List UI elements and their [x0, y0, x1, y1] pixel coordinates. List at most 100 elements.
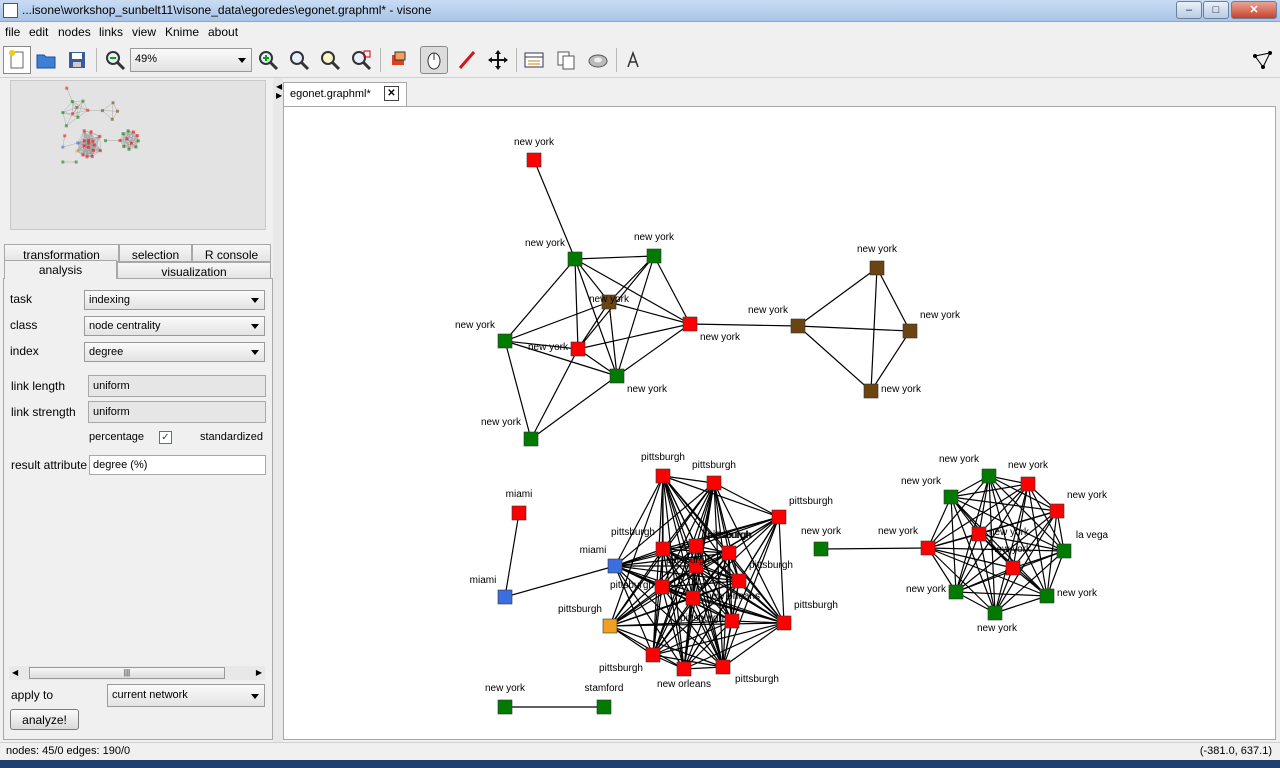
network-edge[interactable]	[876, 267, 911, 332]
network-node[interactable]	[676, 661, 692, 677]
network-edge[interactable]	[713, 482, 780, 518]
network-node[interactable]	[655, 541, 671, 557]
network-node[interactable]	[948, 584, 964, 600]
minimize-button[interactable]: –	[1176, 1, 1202, 19]
network-node[interactable]	[731, 573, 747, 589]
scroll-right-icon[interactable]: ▶	[256, 668, 262, 677]
network-node[interactable]	[567, 251, 583, 267]
network-node[interactable]	[813, 541, 829, 557]
network-edge[interactable]	[574, 255, 655, 260]
network-node[interactable]	[971, 526, 987, 542]
network-edge[interactable]	[797, 325, 872, 392]
network-canvas[interactable]: new york new york new york new york new york…	[283, 106, 1276, 740]
class-select[interactable]: node centrality	[84, 316, 265, 336]
network-edge[interactable]	[504, 565, 616, 598]
network-edge[interactable]	[689, 323, 799, 327]
network-node[interactable]	[655, 468, 671, 484]
mouse-select-mode-icon[interactable]	[420, 46, 448, 74]
network-node[interactable]	[863, 383, 879, 399]
scroll-left-icon[interactable]: ◀	[12, 668, 18, 677]
network-node[interactable]	[706, 475, 722, 491]
network-node[interactable]	[646, 248, 662, 264]
tab-visualization[interactable]: visualization	[117, 262, 271, 279]
text-label-icon[interactable]	[619, 46, 647, 74]
network-node[interactable]	[869, 260, 885, 276]
zoom-selection-icon[interactable]	[347, 46, 375, 74]
network-edge[interactable]	[574, 258, 579, 350]
close-icon[interactable]: ✕	[384, 86, 399, 101]
network-node[interactable]	[790, 318, 806, 334]
network-node[interactable]	[721, 545, 737, 561]
network-edge[interactable]	[722, 622, 785, 668]
network-edge[interactable]	[504, 301, 610, 342]
pencil-draw-icon[interactable]	[453, 46, 481, 74]
menu-about[interactable]: about	[208, 25, 238, 39]
network-edge[interactable]	[797, 325, 911, 332]
tab-selection[interactable]: selection	[119, 244, 192, 262]
network-node[interactable]	[776, 615, 792, 631]
maximize-button[interactable]: □	[1203, 1, 1229, 19]
network-edge[interactable]	[504, 512, 520, 598]
network-node[interactable]	[724, 613, 740, 629]
network-node[interactable]	[682, 316, 698, 332]
network-edge[interactable]	[994, 595, 1048, 614]
link-strength-field[interactable]: uniform	[88, 401, 266, 423]
result-attribute-input[interactable]: degree (%)	[89, 455, 266, 475]
analyze-button[interactable]: analyze!	[10, 709, 79, 730]
network-node[interactable]	[920, 540, 936, 556]
network-node[interactable]	[1056, 543, 1072, 559]
network-overview-panel[interactable]	[10, 80, 266, 230]
network-edge[interactable]	[530, 375, 618, 440]
menu-view[interactable]: view	[132, 25, 156, 39]
tab-analysis[interactable]: analysis	[4, 260, 117, 279]
network-graph-icon[interactable]	[1248, 46, 1276, 74]
network-edge[interactable]	[870, 330, 911, 392]
apply-to-select[interactable]: current network	[107, 684, 265, 707]
panel-horizontal-scrollbar[interactable]: ◀ ||| ▶	[9, 666, 265, 680]
link-length-field[interactable]: uniform	[88, 375, 266, 397]
zoom-in-icon[interactable]	[254, 46, 282, 74]
zoom-out-icon[interactable]	[101, 46, 129, 74]
zoom-fit-icon[interactable]	[316, 46, 344, 74]
menu-links[interactable]: links	[99, 25, 123, 39]
network-node[interactable]	[523, 431, 539, 447]
zoom-actual-size-icon[interactable]	[285, 46, 313, 74]
network-edge[interactable]	[662, 475, 715, 484]
network-edge[interactable]	[820, 547, 929, 550]
attribute-manager-icon[interactable]	[520, 46, 548, 74]
network-node[interactable]	[609, 368, 625, 384]
network-edge[interactable]	[950, 496, 957, 593]
network-graph[interactable]: new york new york new york new york new york…	[284, 107, 1275, 739]
menu-file[interactable]: file	[5, 25, 20, 39]
network-edge[interactable]	[608, 301, 691, 325]
network-node[interactable]	[497, 699, 513, 715]
network-node[interactable]	[981, 468, 997, 484]
menu-knime[interactable]: Knime	[165, 25, 199, 39]
network-node[interactable]	[607, 558, 623, 574]
network-edge[interactable]	[530, 348, 579, 440]
network-node[interactable]	[526, 152, 542, 168]
layout-tool-icon[interactable]	[385, 46, 413, 74]
network-node[interactable]	[497, 589, 513, 605]
move-arrows-icon[interactable]	[484, 46, 512, 74]
network-edge[interactable]	[616, 255, 655, 377]
network-node[interactable]	[511, 505, 527, 521]
save-icon[interactable]	[63, 46, 91, 74]
network-node[interactable]	[688, 538, 704, 554]
network-node[interactable]	[902, 323, 918, 339]
open-folder-icon[interactable]	[32, 46, 60, 74]
network-edge[interactable]	[797, 267, 878, 327]
copy-network-icon[interactable]	[552, 46, 580, 74]
network-node[interactable]	[1049, 503, 1065, 519]
disk-export-icon[interactable]	[584, 46, 612, 74]
network-node[interactable]	[1039, 588, 1055, 604]
collapse-arrows-icon[interactable]: ◀ ▶	[276, 82, 282, 100]
network-node[interactable]	[1020, 476, 1036, 492]
network-node[interactable]	[602, 618, 618, 634]
menu-edit[interactable]: edit	[29, 25, 48, 39]
network-node[interactable]	[685, 590, 701, 606]
tab-r-console[interactable]: R console	[192, 244, 271, 262]
network-node[interactable]	[645, 647, 661, 663]
percentage-checkbox[interactable]: ✓	[159, 431, 172, 444]
task-select[interactable]: indexing	[84, 290, 265, 310]
